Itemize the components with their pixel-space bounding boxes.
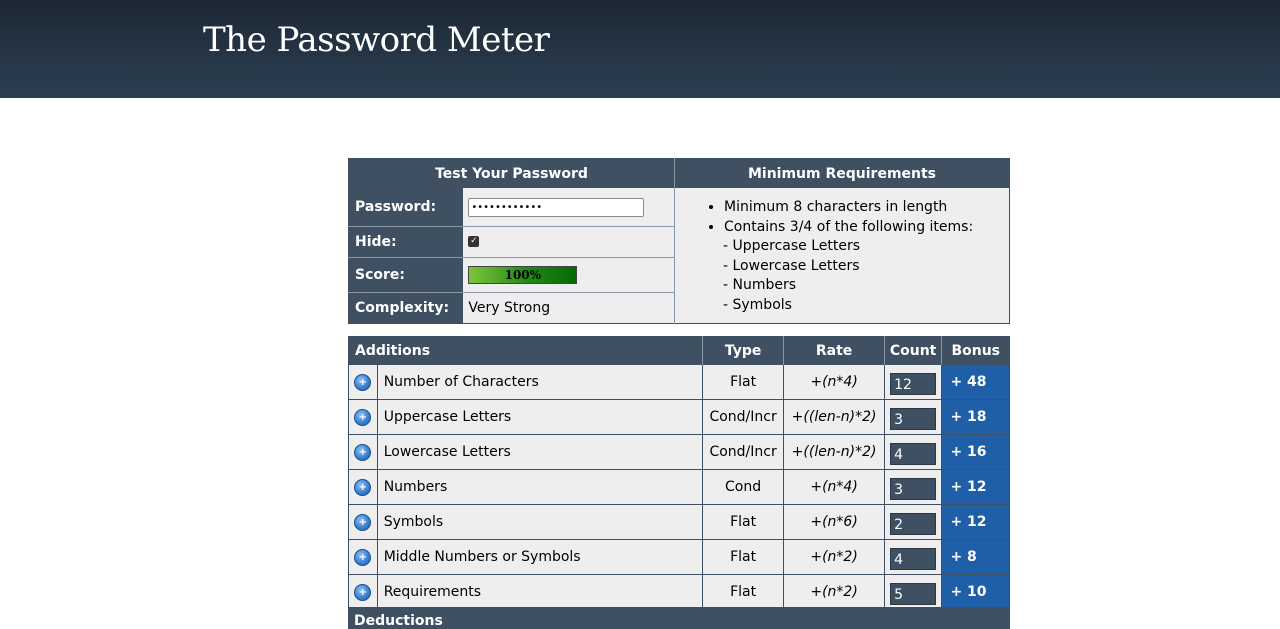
row-name: Uppercase Letters bbox=[377, 399, 703, 435]
password-test-panel: Test Your Password Minimum Requirements … bbox=[348, 158, 1010, 324]
additions-row: + Middle Numbers or Symbols Flat +(n*2) 4 + 8 bbox=[348, 539, 1010, 575]
row-rate: +(n*6) bbox=[783, 504, 885, 540]
row-count: 12 bbox=[890, 373, 937, 395]
row-count-cell: 3 bbox=[884, 399, 943, 435]
row-count: 2 bbox=[890, 513, 937, 535]
info-plus-icon[interactable]: + bbox=[354, 373, 372, 391]
complexity-label: Complexity: bbox=[348, 292, 464, 323]
row-icon-cell: + bbox=[348, 574, 378, 610]
row-bonus: + 18 bbox=[941, 399, 1010, 435]
score-bar: 100% bbox=[468, 265, 578, 284]
requirements-heading: Minimum Requirements bbox=[674, 158, 1010, 188]
info-plus-icon[interactable]: + bbox=[354, 548, 372, 566]
row-name: Number of Characters bbox=[377, 365, 703, 400]
password-cell: •••••••••••• bbox=[463, 188, 676, 227]
row-count-cell: 2 bbox=[884, 504, 943, 540]
hide-label: Hide: bbox=[348, 226, 464, 258]
password-input[interactable]: •••••••••••• bbox=[468, 198, 645, 218]
requirement-subitem: - Lowercase Letters bbox=[723, 257, 860, 274]
row-count: 3 bbox=[890, 478, 937, 500]
row-count-cell: 12 bbox=[884, 365, 943, 400]
row-count-cell: 5 bbox=[884, 574, 943, 610]
requirement-subitem: - Symbols bbox=[723, 296, 792, 313]
row-icon-cell: + bbox=[348, 399, 378, 435]
hide-checkbox[interactable]: ✓ bbox=[468, 236, 480, 247]
additions-table: Additions Type Rate Count Bonus + Number … bbox=[348, 336, 1010, 610]
row-rate: +(n*2) bbox=[783, 539, 885, 575]
additions-row: + Numbers Cond +(n*4) 3 + 12 bbox=[348, 469, 1010, 505]
row-count: 3 bbox=[890, 408, 937, 430]
deductions-header: Deductions bbox=[348, 607, 1010, 629]
requirement-item-text: Contains 3/4 of the following items: bbox=[724, 218, 974, 235]
row-bonus: + 10 bbox=[941, 574, 1010, 610]
row-icon-cell: + bbox=[348, 469, 378, 505]
row-bonus: + 16 bbox=[941, 434, 1010, 470]
row-type: Flat bbox=[702, 365, 785, 400]
additions-row: + Requirements Flat +(n*2) 5 + 10 bbox=[348, 574, 1010, 610]
bonus-header: Bonus bbox=[941, 336, 1010, 365]
row-type: Flat bbox=[702, 539, 785, 575]
hide-cell: ✓ bbox=[463, 226, 676, 258]
row-name: Numbers bbox=[377, 469, 703, 505]
row-bonus: + 12 bbox=[941, 469, 1010, 505]
score-label: Score: bbox=[348, 257, 464, 293]
row-rate: +((len-n)*2) bbox=[783, 399, 885, 435]
password-label: Password: bbox=[348, 188, 464, 227]
requirement-subitem: - Numbers bbox=[723, 277, 797, 293]
requirements-list: Minimum 8 characters in length Contains … bbox=[675, 198, 1009, 315]
type-header: Type bbox=[702, 336, 785, 365]
row-rate: +(n*4) bbox=[783, 365, 885, 400]
row-type: Cond bbox=[702, 469, 785, 505]
info-plus-icon[interactable]: + bbox=[354, 478, 372, 496]
site-title: The Password Meter bbox=[203, 20, 550, 60]
row-count: 4 bbox=[890, 443, 937, 465]
additions-row: + Lowercase Letters Cond/Incr +((len-n)*2) 4… bbox=[348, 434, 1010, 470]
row-icon-cell: + bbox=[348, 365, 378, 400]
test-password-heading: Test Your Password bbox=[348, 158, 675, 188]
row-type: Cond/Incr bbox=[702, 399, 785, 435]
row-name: Symbols bbox=[377, 504, 703, 540]
row-icon-cell: + bbox=[348, 504, 378, 540]
requirement-subitem: - Uppercase Letters bbox=[723, 238, 861, 254]
row-bonus: + 8 bbox=[941, 539, 1010, 575]
count-header: Count bbox=[884, 336, 943, 365]
row-count-cell: 4 bbox=[884, 434, 943, 470]
row-rate: +(n*2) bbox=[783, 574, 885, 610]
requirement-item: Minimum 8 characters in length bbox=[724, 198, 1009, 218]
additions-header: Additions bbox=[348, 336, 703, 365]
info-plus-icon[interactable]: + bbox=[354, 408, 372, 426]
complexity-value: Very Strong bbox=[463, 292, 676, 323]
row-count: 4 bbox=[890, 548, 937, 570]
additions-row: + Symbols Flat +(n*6) 2 + 12 bbox=[348, 504, 1010, 540]
info-plus-icon[interactable]: + bbox=[354, 583, 372, 601]
row-rate: +(n*4) bbox=[783, 469, 885, 505]
row-rate: +((len-n)*2) bbox=[783, 434, 885, 470]
row-bonus: + 12 bbox=[941, 504, 1010, 540]
site-header: The Password Meter bbox=[0, 0, 1280, 98]
requirements-cell: Minimum 8 characters in length Contains … bbox=[674, 188, 1010, 323]
score-text: 100% bbox=[504, 267, 542, 282]
row-bonus: + 48 bbox=[941, 365, 1010, 400]
info-plus-icon[interactable]: + bbox=[354, 443, 372, 461]
additions-row: + Number of Characters Flat +(n*4) 12 + 48 bbox=[348, 365, 1010, 400]
row-count-cell: 4 bbox=[884, 539, 943, 575]
row-type: Flat bbox=[702, 504, 785, 540]
row-count-cell: 3 bbox=[884, 469, 943, 505]
row-type: Cond/Incr bbox=[702, 434, 785, 470]
additions-row: + Uppercase Letters Cond/Incr +((len-n)*2) 3… bbox=[348, 399, 1010, 435]
row-icon-cell: + bbox=[348, 539, 378, 575]
row-name: Lowercase Letters bbox=[377, 434, 703, 470]
row-name: Requirements bbox=[377, 574, 703, 610]
requirement-sublist: - Uppercase Letters - Lowercase Letters … bbox=[723, 237, 1009, 315]
row-count: 5 bbox=[890, 583, 937, 605]
row-icon-cell: + bbox=[348, 434, 378, 470]
requirement-item: Contains 3/4 of the following items: - U… bbox=[723, 218, 1009, 316]
score-cell: 100% bbox=[463, 257, 676, 293]
row-name: Middle Numbers or Symbols bbox=[377, 539, 703, 575]
row-type: Flat bbox=[702, 574, 785, 610]
info-plus-icon[interactable]: + bbox=[354, 513, 372, 531]
rate-header: Rate bbox=[783, 336, 885, 365]
